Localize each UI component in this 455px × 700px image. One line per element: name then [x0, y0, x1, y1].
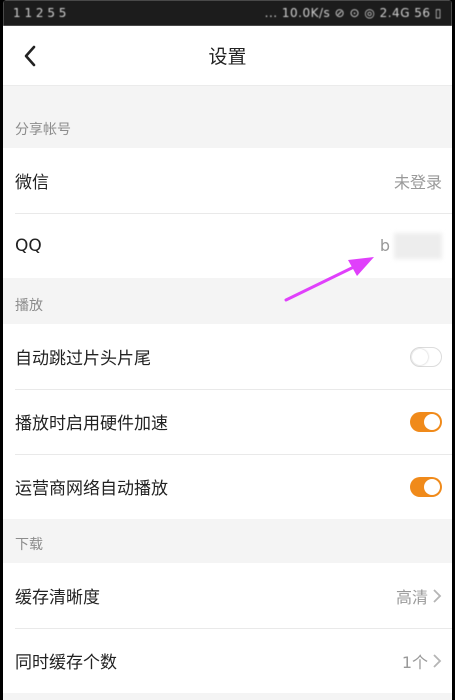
- cache-quality-value: 高清: [396, 584, 442, 608]
- chevron-right-icon: [433, 588, 442, 603]
- app-frame: 1 1 2 5 5 ... 10.0K/s ⊘ ⊙ ◎ 2.4G 56 ▯ 设置…: [3, 0, 452, 700]
- toggle-knob: [424, 478, 440, 495]
- section-header-download: 下载: [3, 525, 452, 563]
- row-label: 缓存清晰度: [15, 588, 100, 608]
- row-auto-skip[interactable]: 自动跳过片头片尾: [3, 324, 452, 389]
- share-list: 微信 未登录 QQ b: [3, 148, 452, 278]
- nav-bar: 设置: [3, 26, 452, 86]
- toggle-knob: [424, 413, 440, 430]
- status-indicators: ... 10.0K/s ⊘ ⊙ ◎ 2.4G 56 ▯: [264, 6, 442, 20]
- section-header-play: 播放: [3, 286, 452, 324]
- row-label: 同时缓存个数: [15, 653, 117, 673]
- qq-account-text: b: [379, 236, 390, 255]
- row-label: 自动跳过片头片尾: [15, 349, 151, 369]
- row-concurrent-downloads[interactable]: 同时缓存个数 1个: [3, 628, 452, 693]
- chevron-left-icon: [24, 45, 36, 67]
- status-time: 1 1 2 5 5: [13, 6, 67, 20]
- row-label: 运营商网络自动播放: [15, 479, 168, 499]
- value-text: 高清: [395, 587, 428, 607]
- toggle-knob: [412, 348, 428, 365]
- concurrent-value: 1个: [402, 649, 442, 673]
- page-title: 设置: [208, 46, 247, 68]
- play-list: 自动跳过片头片尾 播放时启用硬件加速 运营商网络自动播放: [3, 324, 452, 519]
- row-hw-accel[interactable]: 播放时启用硬件加速: [3, 389, 452, 454]
- redacted-area: [394, 232, 442, 259]
- row-carrier-autoplay[interactable]: 运营商网络自动播放: [3, 454, 452, 519]
- back-button[interactable]: [17, 42, 43, 70]
- row-cache-quality[interactable]: 缓存清晰度 高清: [3, 563, 452, 628]
- value-text: 1个: [401, 652, 428, 672]
- section-header-share: 分享帐号: [3, 110, 452, 148]
- row-qq[interactable]: QQ b: [3, 213, 452, 278]
- row-label: QQ: [15, 235, 42, 256]
- qq-account: b: [379, 232, 442, 259]
- row-label: 播放时启用硬件加速: [15, 414, 168, 434]
- row-wechat[interactable]: 微信 未登录: [3, 148, 452, 213]
- chevron-right-icon: [433, 653, 442, 668]
- section-gap: [3, 278, 452, 286]
- status-bar: 1 1 2 5 5 ... 10.0K/s ⊘ ⊙ ◎ 2.4G 56 ▯: [3, 0, 452, 26]
- toggle-carrier-autoplay[interactable]: [410, 476, 442, 497]
- toggle-hw-accel[interactable]: [410, 411, 442, 432]
- download-list: 缓存清晰度 高清 同时缓存个数 1个: [3, 563, 452, 693]
- row-label: 微信: [15, 173, 49, 193]
- toggle-auto-skip[interactable]: [410, 346, 442, 367]
- section-gap: [3, 86, 452, 110]
- wechat-status: 未登录: [393, 172, 442, 192]
